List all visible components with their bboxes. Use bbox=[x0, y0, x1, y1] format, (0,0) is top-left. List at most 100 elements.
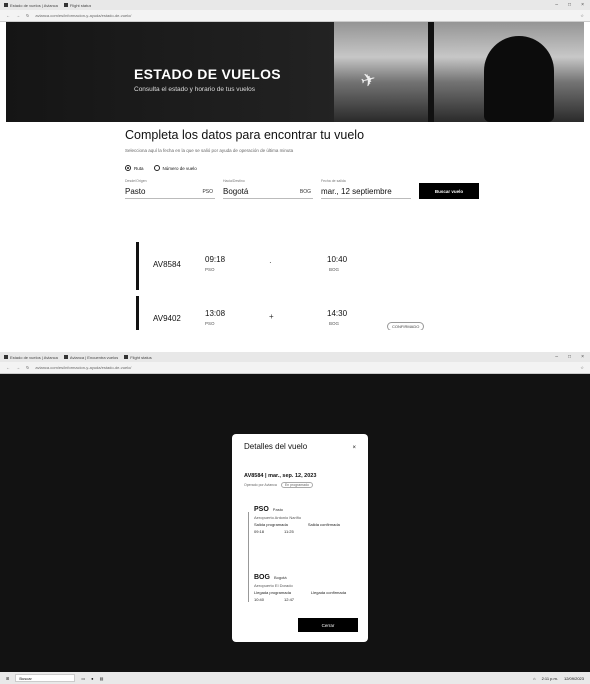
connector-icon: · bbox=[269, 258, 272, 267]
star-icon[interactable]: ☆ bbox=[580, 365, 584, 370]
minimize-icon[interactable]: – bbox=[555, 354, 558, 360]
origin-value: Pasto bbox=[125, 187, 146, 196]
radio-unselected-icon bbox=[153, 165, 160, 171]
tab-label: Flight status bbox=[130, 354, 152, 360]
reload-icon[interactable]: ↻ bbox=[26, 365, 29, 370]
search-fields: Desde/Origen Pasto PSO Hacia/Destino Bog… bbox=[125, 179, 565, 199]
close-window-icon[interactable]: × bbox=[581, 354, 584, 360]
window-controls: – □ × bbox=[555, 2, 590, 8]
reload-icon[interactable]: ↻ bbox=[26, 13, 29, 18]
operator-line: Operado por Avianca En programado bbox=[244, 482, 356, 488]
tab-label: Flight status bbox=[69, 2, 92, 8]
folder-app-icon[interactable]: ▤ bbox=[100, 676, 104, 681]
destination-scheduled-label: Llegada programada bbox=[254, 590, 291, 595]
radio-flight-number[interactable]: Número de vuelo bbox=[153, 165, 197, 171]
close-icon[interactable]: × bbox=[352, 445, 356, 451]
flight-number: AV8584 bbox=[153, 260, 181, 269]
hero-subtitle: Consulta el estado y horario de tus vuel… bbox=[134, 86, 256, 93]
destination-times: 10:40 12:47 bbox=[254, 597, 346, 602]
hero-person-silhouette bbox=[484, 36, 554, 122]
date-value: mar., 12 septiembre bbox=[321, 187, 392, 196]
browser-tab-1[interactable]: Estado de vuelos | Avianca bbox=[4, 355, 58, 360]
system-tray: ⌂ 2:11 p.m. 12/09/2023 bbox=[533, 676, 584, 681]
origin-city: Pasto bbox=[272, 507, 284, 512]
browser-app-icon[interactable]: ● bbox=[91, 676, 93, 681]
url-field[interactable]: avianca.com/es/informacion-y-ayuda/estad… bbox=[35, 365, 574, 370]
network-icon[interactable]: ⌂ bbox=[533, 676, 535, 681]
radio-flight-number-label: Número de vuelo bbox=[162, 165, 197, 171]
clock-time[interactable]: 2:11 p.m. bbox=[542, 676, 558, 681]
status-badge: CONFIRMADO bbox=[387, 322, 425, 330]
plus-icon: + bbox=[269, 312, 274, 321]
favicon-icon bbox=[124, 355, 129, 359]
search-flight-button[interactable]: Buscar vuelo bbox=[419, 183, 479, 199]
destination-code: BOG bbox=[254, 574, 270, 581]
maximize-icon[interactable]: □ bbox=[568, 2, 571, 8]
hero-title: ESTADO DE VUELOS bbox=[134, 66, 281, 82]
favicon-icon bbox=[4, 3, 8, 7]
address-bar: ← → ↻ avianca.com/es/informacion-y-ayuda… bbox=[0, 10, 590, 22]
browser-tabbar: Estado de vuelos | Avianca Avianca | Enc… bbox=[0, 352, 590, 362]
destination-code: BOG bbox=[299, 189, 311, 195]
separator bbox=[0, 330, 590, 352]
destination-scheduled-time: 10:40 bbox=[254, 597, 265, 602]
url-field[interactable]: avianca.com/es/informacion-y-ayuda/estad… bbox=[35, 13, 574, 18]
departure-code: PSO bbox=[205, 267, 215, 272]
browser-tab-1[interactable]: Estado de vuelos | Avianca bbox=[4, 3, 58, 8]
destination-airport: Aeropuerto El Dorado bbox=[254, 583, 293, 588]
tab-label: Avianca | Encuentra vuelos bbox=[69, 354, 119, 360]
form-description: Selecciona aquí la fecha en la que se sa… bbox=[125, 148, 294, 153]
origin-segment: PSO Pasto Aeropuerto Antonio Nariño Salid… bbox=[254, 506, 340, 534]
browser-tab-2[interactable]: Flight status bbox=[63, 2, 92, 8]
search-type-radios: Ruta Número de vuelo bbox=[125, 165, 565, 171]
taskbar-search[interactable]: Buscar bbox=[15, 674, 76, 682]
maximize-icon[interactable]: □ bbox=[568, 354, 571, 360]
operator-text: Operado por Avianca bbox=[244, 483, 277, 487]
close-window-icon[interactable]: × bbox=[581, 2, 584, 8]
arrival-code: BOG bbox=[329, 321, 340, 326]
status-badge: En programado bbox=[280, 482, 313, 488]
back-icon[interactable]: ← bbox=[6, 365, 10, 370]
clock-date[interactable]: 12/09/2023 bbox=[564, 676, 584, 681]
departure-code: PSO bbox=[205, 321, 215, 326]
browser-tab-2[interactable]: Avianca | Encuentra vuelos bbox=[63, 354, 119, 360]
date-field[interactable]: Fecha de salida mar., 12 septiembre bbox=[321, 179, 411, 199]
origin-confirmed-time: 11:25 bbox=[284, 529, 294, 534]
origin-field[interactable]: Desde/Origen Pasto PSO bbox=[125, 179, 215, 199]
browser-tabbar: Estado de vuelos | Avianca Flight status… bbox=[0, 0, 590, 10]
modal-backdrop[interactable]: Detalles del vuelo × AV8584 | mar., sep.… bbox=[0, 374, 590, 672]
back-icon[interactable]: ← bbox=[6, 13, 10, 18]
radio-route[interactable]: Ruta bbox=[125, 165, 144, 171]
browser-tab-3[interactable]: Flight status bbox=[124, 355, 152, 360]
close-button[interactable]: Cerrar bbox=[298, 618, 358, 632]
flight-row[interactable]: AV8584 09:18 PSO · 10:40 BOG bbox=[136, 242, 576, 290]
departure-time: 09:18 bbox=[205, 255, 226, 264]
origin-scheduled-label: Salida programada bbox=[254, 522, 288, 527]
tab-label: Estado de vuelos | Avianca bbox=[10, 354, 58, 360]
destination-segment: BOG Bogotá Aeropuerto El Dorado Llegada p… bbox=[254, 574, 346, 602]
origin-labels: Salida programada Salida confirmada bbox=[254, 522, 340, 527]
windows-start-icon[interactable]: ⊞ bbox=[6, 676, 9, 681]
form-heading: Completa los datos para encontrar tu vue… bbox=[125, 128, 365, 142]
flight-details-modal: Detalles del vuelo × AV8584 | mar., sep.… bbox=[232, 434, 368, 642]
modal-title: Detalles del vuelo bbox=[244, 442, 308, 451]
arrival-code: BOG bbox=[329, 267, 340, 272]
destination-confirmed-time: 12:47 bbox=[284, 597, 295, 602]
forward-icon[interactable]: → bbox=[16, 365, 20, 370]
flight-line: AV8584 | mar., sep. 12, 2023 bbox=[244, 473, 317, 479]
task-view-icon[interactable]: ▭ bbox=[81, 676, 85, 681]
search-form: Completa los datos para encontrar tu vue… bbox=[125, 128, 565, 199]
date-label: Fecha de salida bbox=[321, 179, 346, 183]
forward-icon[interactable]: → bbox=[16, 13, 20, 18]
minimize-icon[interactable]: – bbox=[555, 2, 558, 8]
flight-row[interactable]: AV9402 13:08 PSO + 14:30 BOG CONFIRMADO bbox=[136, 296, 576, 330]
origin-code: PSO bbox=[202, 189, 213, 195]
hero-window-frame bbox=[428, 22, 434, 122]
star-icon[interactable]: ☆ bbox=[580, 13, 584, 18]
origin-confirmed-label: Salida confirmada bbox=[307, 522, 340, 527]
arrival-time: 10:40 bbox=[327, 255, 348, 264]
origin-airport: Aeropuerto Antonio Nariño bbox=[254, 515, 302, 520]
favicon-icon bbox=[63, 355, 68, 359]
destination-field[interactable]: Hacia/Destino Bogotá BOG bbox=[223, 179, 313, 199]
origin-code: PSO bbox=[254, 506, 269, 513]
